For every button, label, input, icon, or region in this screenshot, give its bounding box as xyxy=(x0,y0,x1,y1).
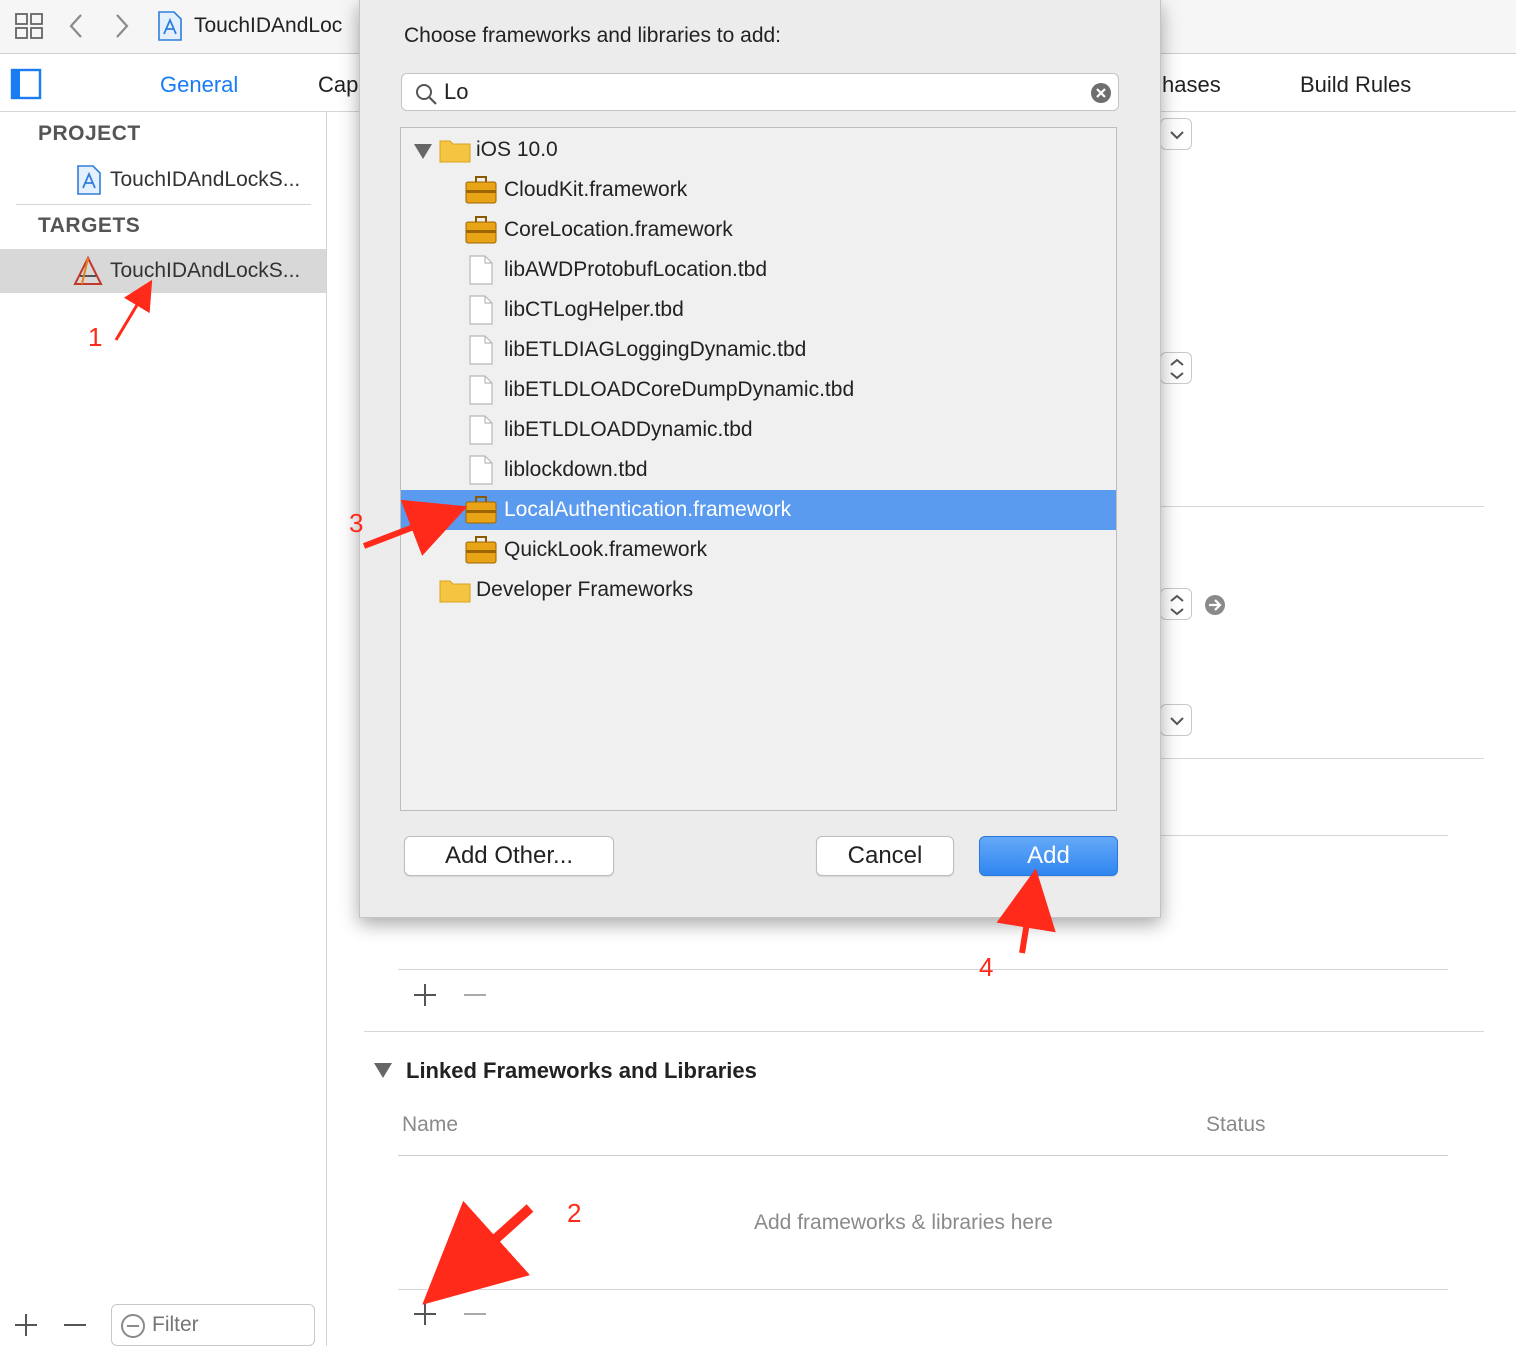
folder-label: Developer Frameworks xyxy=(476,578,694,601)
list-item[interactable]: libETLDIAGLoggingDynamic.tbd xyxy=(401,330,1116,370)
divider xyxy=(1160,506,1484,507)
sidebar-item-target[interactable]: TouchIDAndLockS... xyxy=(0,249,326,293)
filter-icon xyxy=(121,1314,145,1338)
list-item[interactable]: libETLDLOADDynamic.tbd xyxy=(401,410,1116,450)
targets-header: TARGETS xyxy=(38,214,141,237)
item-label: CloudKit.framework xyxy=(504,178,688,201)
remove-icon[interactable] xyxy=(62,1312,88,1338)
navigator-toggle-icon[interactable] xyxy=(10,68,42,100)
arrow-circle-icon[interactable] xyxy=(1203,593,1227,617)
remove-icon[interactable] xyxy=(462,982,488,1008)
search-icon xyxy=(416,84,437,105)
document-icon xyxy=(469,255,493,285)
list-item[interactable]: libCTLogHelper.tbd xyxy=(401,290,1116,330)
search-field[interactable] xyxy=(401,73,1119,111)
tab-build-phases[interactable]: hases xyxy=(1162,72,1221,98)
disclosure-triangle-icon[interactable] xyxy=(413,142,433,160)
document-icon xyxy=(469,375,493,405)
divider xyxy=(16,204,311,205)
framework-toolbox-icon xyxy=(465,496,497,524)
dialog-title: Choose frameworks and libraries to add: xyxy=(404,24,782,47)
stepper-popup-2[interactable] xyxy=(1160,588,1192,620)
app-target-icon xyxy=(73,255,103,285)
sidebar-item-project[interactable]: TouchIDAndLockS... xyxy=(110,168,300,192)
annotation-step-4: 4 xyxy=(979,952,994,982)
add-framework-icon[interactable] xyxy=(412,1301,438,1327)
list-item[interactable]: CloudKit.framework xyxy=(401,170,1116,210)
list-item-folder-developer[interactable]: Developer Frameworks xyxy=(401,570,1116,610)
framework-toolbox-icon xyxy=(465,536,497,564)
list-item-selected[interactable]: LocalAuthentication.framework xyxy=(401,490,1116,530)
cancel-button[interactable]: Cancel xyxy=(816,836,954,876)
clear-search-icon[interactable] xyxy=(1090,82,1112,104)
list-item[interactable]: QuickLook.framework xyxy=(401,530,1116,570)
folder-label: iOS 10.0 xyxy=(476,138,558,161)
add-icon[interactable] xyxy=(412,982,438,1008)
framework-list[interactable]: iOS 10.0 CloudKit.framework CoreLocation… xyxy=(400,127,1117,811)
forward-chevron-icon[interactable] xyxy=(112,12,132,40)
divider xyxy=(364,1031,1484,1032)
remove-icon[interactable] xyxy=(462,1301,488,1327)
filter-input[interactable] xyxy=(152,1311,302,1339)
add-button[interactable]: Add xyxy=(979,836,1118,876)
list-item-folder-ios[interactable]: iOS 10.0 xyxy=(401,130,1116,170)
item-label: CoreLocation.framework xyxy=(504,218,733,241)
item-label: libCTLogHelper.tbd xyxy=(504,298,684,321)
project-file-icon xyxy=(77,165,101,195)
tab-build-rules[interactable]: Build Rules xyxy=(1300,72,1411,98)
empty-placeholder-text: Add frameworks & libraries here xyxy=(754,1211,1053,1234)
divider xyxy=(398,1289,1448,1290)
annotation-step-3: 3 xyxy=(349,508,364,538)
tab-general[interactable]: General xyxy=(160,72,238,98)
project-header: PROJECT xyxy=(38,122,141,145)
add-icon[interactable] xyxy=(13,1312,39,1338)
linked-section-title: Linked Frameworks and Libraries xyxy=(406,1058,757,1083)
popup-chevron-1[interactable] xyxy=(1160,118,1192,150)
column-header-name[interactable]: Name xyxy=(402,1113,458,1137)
folder-icon xyxy=(439,140,471,163)
search-input[interactable] xyxy=(444,78,1044,106)
list-item[interactable]: libAWDProtobufLocation.tbd xyxy=(401,250,1116,290)
breadcrumb-title[interactable]: TouchIDAndLoc xyxy=(194,14,342,38)
column-header-status[interactable]: Status xyxy=(1206,1113,1266,1137)
stepper-popup-1[interactable] xyxy=(1160,352,1192,384)
item-label: QuickLook.framework xyxy=(504,538,708,561)
popup-chevron-2[interactable] xyxy=(1160,704,1192,736)
framework-toolbox-icon xyxy=(465,216,497,244)
list-item[interactable]: liblockdown.tbd xyxy=(401,450,1116,490)
item-label: libAWDProtobufLocation.tbd xyxy=(504,258,768,281)
list-item[interactable]: libETLDLOADCoreDumpDynamic.tbd xyxy=(401,370,1116,410)
arrow-step-2 xyxy=(422,1200,534,1305)
filter-field[interactable] xyxy=(111,1304,315,1346)
document-icon xyxy=(469,455,493,485)
folder-icon xyxy=(439,580,471,603)
sidebar-item-label: TouchIDAndLockS... xyxy=(110,259,301,282)
divider xyxy=(1160,835,1448,836)
tab-capabilities[interactable]: Cap xyxy=(318,72,358,98)
annotation-step-1: 1 xyxy=(88,322,103,352)
document-icon xyxy=(469,415,493,445)
add-frameworks-sheet: Choose frameworks and libraries to add: … xyxy=(359,0,1161,918)
list-item[interactable]: CoreLocation.framework xyxy=(401,210,1116,250)
related-items-icon[interactable] xyxy=(14,12,44,40)
project-navigator: PROJECT TouchIDAndLockS... TARGETS Touch… xyxy=(0,112,327,1346)
document-icon xyxy=(469,295,493,325)
divider xyxy=(1160,758,1484,759)
item-label: libETLDLOADCoreDumpDynamic.tbd xyxy=(504,378,855,401)
back-chevron-icon[interactable] xyxy=(66,12,86,40)
item-label: liblockdown.tbd xyxy=(504,458,648,481)
document-icon xyxy=(469,335,493,365)
annotation-step-2: 2 xyxy=(567,1198,582,1228)
add-other-button[interactable]: Add Other... xyxy=(404,836,614,876)
framework-toolbox-icon xyxy=(465,176,497,204)
divider xyxy=(398,1155,1448,1156)
item-label: libETLDLOADDynamic.tbd xyxy=(504,418,753,441)
disclosure-triangle-icon[interactable] xyxy=(372,1060,394,1080)
project-file-icon xyxy=(158,11,182,41)
item-label: libETLDIAGLoggingDynamic.tbd xyxy=(504,338,807,361)
item-label: LocalAuthentication.framework xyxy=(504,498,792,521)
divider xyxy=(398,969,1448,970)
